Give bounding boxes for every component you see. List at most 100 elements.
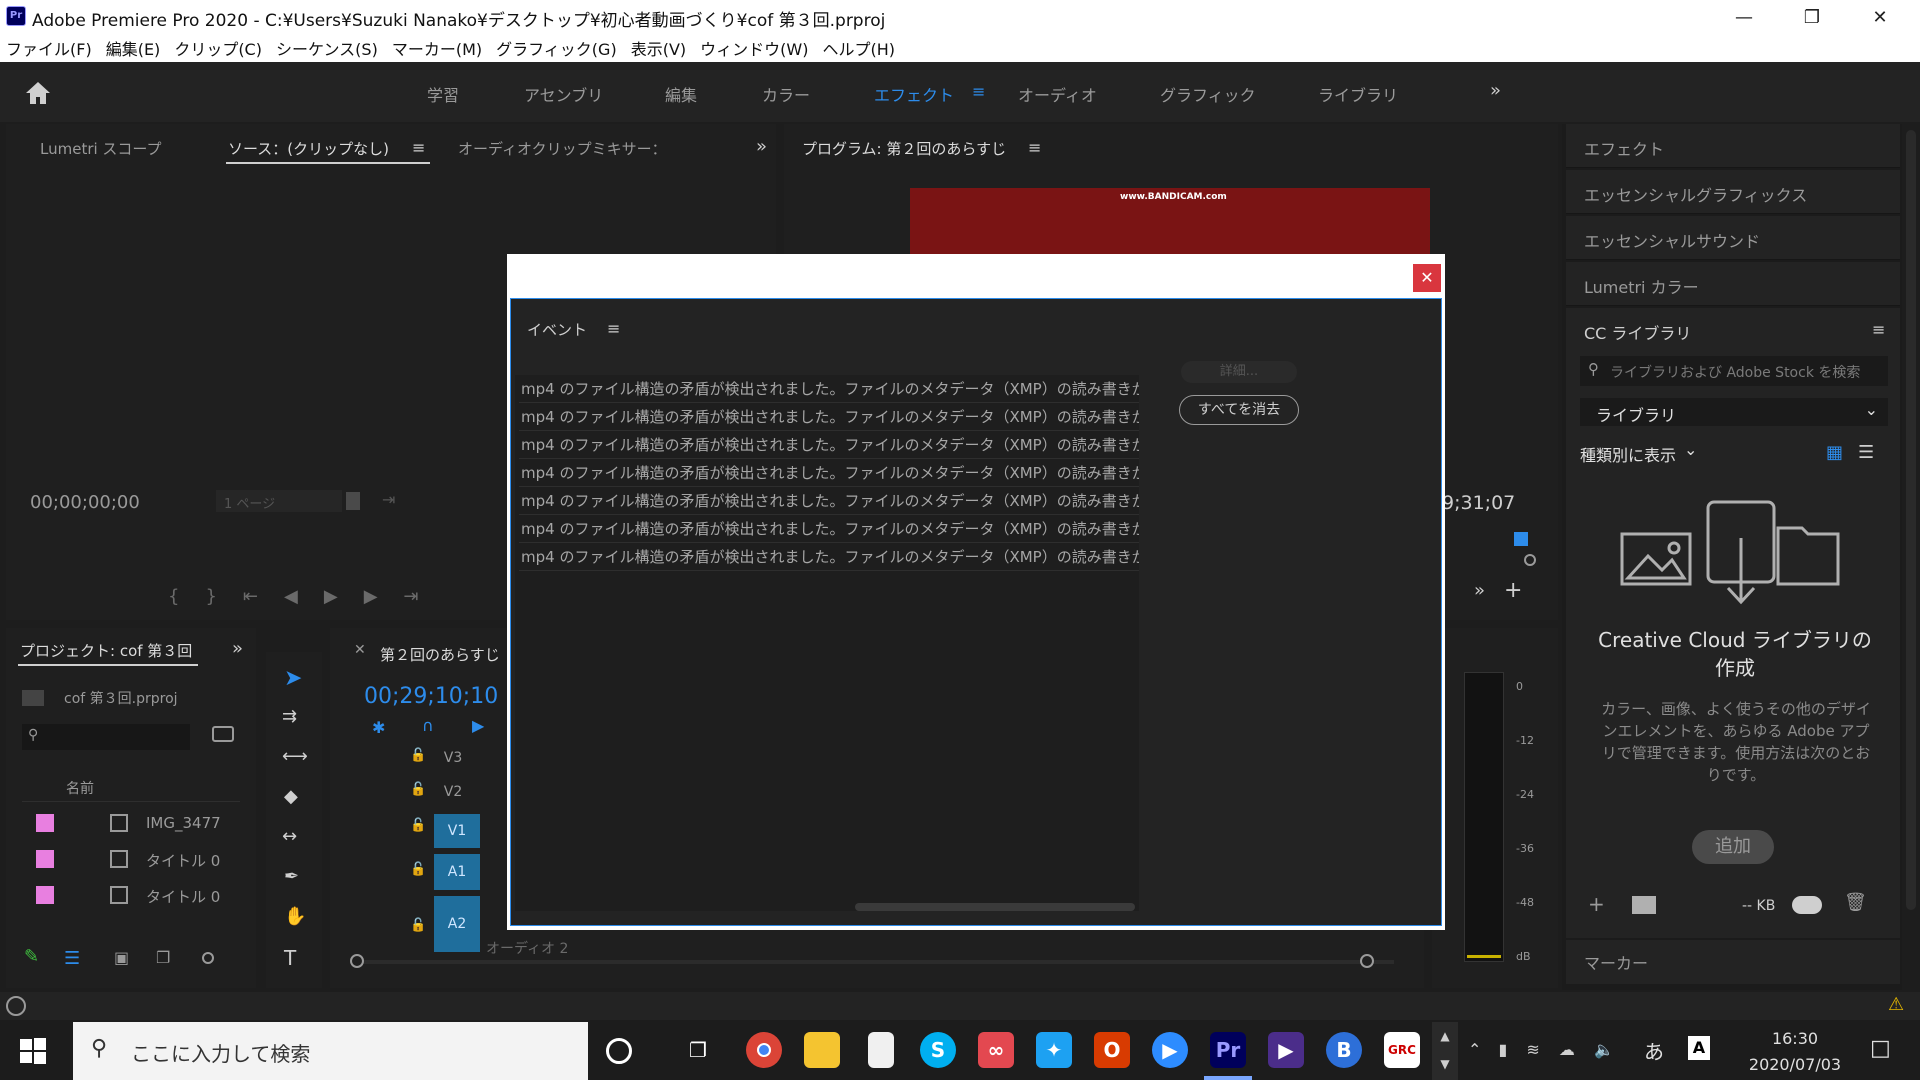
notifications-icon[interactable]: □ [1870, 1036, 1891, 1061]
onedrive-icon[interactable]: ☁ [1559, 1040, 1575, 1059]
export-frame-icon[interactable]: ⇥ [382, 490, 395, 509]
folder-icon[interactable] [1632, 896, 1656, 914]
snap-icon[interactable]: ✱ [372, 718, 385, 737]
events-menu-icon[interactable]: ≡ [607, 319, 620, 338]
tab-assembly[interactable]: アセンブリ [524, 82, 603, 106]
more-panels-icon[interactable]: » [232, 638, 243, 659]
office-icon[interactable]: O [1094, 1032, 1130, 1068]
list-item[interactable]: タイトル 0 [22, 876, 222, 912]
menu-edit[interactable]: 編集(E) [106, 36, 161, 60]
event-row[interactable]: mp4 のファイル構造の矛盾が検出されました。ファイルのメタデータ（XMP）の読… [519, 459, 1139, 487]
close-dialog-button[interactable]: ✕ [1413, 264, 1441, 292]
cortana-icon[interactable] [606, 1038, 632, 1064]
tab-audio-clip-mixer[interactable]: オーディオクリップミキサー： [458, 138, 667, 159]
lock-icon[interactable]: 🔓 [410, 818, 426, 833]
mark-out-icon[interactable]: } [205, 586, 242, 607]
playhead-marker[interactable] [1514, 532, 1528, 546]
track-v2[interactable]: V2 [434, 780, 472, 804]
mark-in-icon[interactable]: { [168, 586, 205, 607]
menu-marker[interactable]: マーカー(M) [392, 36, 482, 60]
menu-help[interactable]: ヘルプ(H) [822, 36, 895, 60]
library-search-input[interactable]: ライブラリおよび Adobe Stock を検索 [1580, 356, 1888, 386]
pen-tool-icon[interactable]: ✒ [284, 866, 299, 887]
event-row[interactable]: mp4 のファイル構造の矛盾が検出されました。ファイルのメタデータ（XMP）の読… [519, 403, 1139, 431]
selection-tool-icon[interactable]: ➤ [284, 666, 302, 691]
track-a2[interactable]: A2 [434, 896, 480, 952]
event-row[interactable]: mp4 のファイル構造の矛盾が検出されました。ファイルのメタデータ（XMP）の読… [519, 431, 1139, 459]
tab-program[interactable]: プログラム: 第２回のあらすじ [802, 138, 1006, 159]
view-by-type[interactable]: 種類別に表示 [1580, 442, 1676, 466]
app2-icon[interactable]: GRC [1384, 1032, 1420, 1068]
source-timecode[interactable]: 00;00;00;00 [30, 492, 140, 513]
tab-effects[interactable]: エフェクト [874, 82, 954, 106]
tab-libraries[interactable]: ライブラリ [1318, 82, 1398, 106]
skype-icon[interactable]: S [920, 1032, 956, 1068]
menu-view[interactable]: 表示(V) [631, 36, 686, 60]
clock[interactable]: 16:30 2020/07/03 [1730, 1026, 1860, 1078]
more-panels-icon[interactable]: » [756, 136, 767, 157]
settings-icon[interactable] [346, 492, 360, 510]
go-to-in-icon[interactable]: ⇤ [243, 586, 284, 607]
timeline-scrollbar[interactable] [350, 954, 1394, 968]
ripple-edit-tool-icon[interactable]: ⟷ [282, 746, 308, 767]
tab-editing[interactable]: 編集 [665, 82, 697, 106]
lock-icon[interactable]: 🔓 [410, 862, 426, 877]
workspace-menu-icon[interactable]: ≡ [972, 82, 985, 101]
project-search-input[interactable]: ⚲ [22, 724, 190, 750]
home-icon[interactable] [24, 80, 52, 106]
event-row[interactable]: mp4 のファイル構造の矛盾が検出されました。ファイルのメタデータ（XMP）の読… [519, 543, 1139, 571]
zoom-handle[interactable] [1524, 554, 1536, 566]
input-mode-icon[interactable]: A [1688, 1036, 1710, 1060]
trash-icon[interactable]: 🗑 [1844, 892, 1867, 913]
volume-icon[interactable]: 🔈 [1594, 1040, 1614, 1059]
menu-sequence[interactable]: シーケンス(S) [276, 36, 378, 60]
list-view-icon[interactable]: ☰ [64, 948, 80, 969]
write-pencil-icon[interactable]: ✎ [24, 946, 39, 967]
media-encoder-icon[interactable]: ▶ [1268, 1032, 1304, 1068]
zoom-icon[interactable]: ▶ [1152, 1032, 1188, 1068]
file-explorer-icon[interactable] [804, 1032, 840, 1068]
chevron-up-icon[interactable]: ⌃ [1468, 1040, 1481, 1059]
notepad-icon[interactable] [868, 1032, 894, 1068]
menu-window[interactable]: ウィンドウ(W) [700, 36, 808, 60]
creative-cloud-icon[interactable]: ∞ [978, 1032, 1014, 1068]
step-back-icon[interactable]: ◀ [284, 586, 324, 607]
list-item[interactable]: IMG_3477 [22, 804, 222, 840]
lock-icon[interactable]: 🔓 [410, 782, 426, 797]
taskbar-scroll[interactable]: ▲ ▼ [1432, 1022, 1458, 1080]
page-select[interactable]: 1 ページ [216, 490, 342, 512]
add-marker-icon[interactable]: ▶ [472, 716, 484, 735]
event-row[interactable]: mp4 のファイル構造の矛盾が検出されました。ファイルのメタデータ（XMP）の読… [519, 515, 1139, 543]
battery-icon[interactable]: ▮ [1499, 1040, 1508, 1059]
go-to-out-icon[interactable]: ⇥ [404, 586, 445, 607]
add-content-icon[interactable]: + [1588, 892, 1605, 916]
track-v1[interactable]: V1 [434, 814, 480, 848]
event-row[interactable]: mp4 のファイル構造の矛盾が検出されました。ファイルのメタデータ（XMP）の読… [519, 487, 1139, 515]
freeform-view-icon[interactable]: ❐ [156, 948, 170, 967]
tab-color[interactable]: カラー [762, 82, 810, 106]
menu-clip[interactable]: クリップ(C) [174, 36, 262, 60]
track-select-tool-icon[interactable]: ⇉ [282, 706, 297, 727]
panel-effects[interactable]: エフェクト [1566, 124, 1900, 168]
icon-view-icon[interactable]: ▣ [114, 948, 129, 967]
source-panel-menu-icon[interactable]: ≡ [412, 138, 425, 157]
tab-learning[interactable]: 学習 [427, 82, 459, 106]
app-icon[interactable]: B [1326, 1032, 1362, 1068]
program-timecode[interactable]: 9;31;07 [1442, 492, 1515, 514]
program-panel-menu-icon[interactable]: ≡ [1028, 138, 1041, 157]
event-row[interactable]: mp4 のファイル構造の矛盾が検出されました。ファイルのメタデータ（XMP）の読… [519, 375, 1139, 403]
scroll-handle-left[interactable] [350, 954, 364, 968]
ime-indicator[interactable]: あ [1644, 1036, 1664, 1065]
add-button[interactable]: 追加 [1692, 830, 1774, 864]
panel-essential-graphics[interactable]: エッセンシャルグラフィックス [1566, 170, 1900, 214]
razor-tool-icon[interactable]: ◆ [284, 786, 298, 807]
panel-markers[interactable]: マーカー [1566, 940, 1900, 984]
play-icon[interactable]: ▶ [324, 586, 364, 607]
slip-tool-icon[interactable]: ↔ [282, 826, 297, 847]
step-forward-icon[interactable]: ▶ [364, 586, 404, 607]
hand-tool-icon[interactable]: ✋ [284, 906, 306, 927]
add-button-icon[interactable]: + [1504, 578, 1522, 603]
tab-audio[interactable]: オーディオ [1018, 82, 1097, 106]
cc-panel-menu-icon[interactable]: ≡ [1872, 320, 1885, 339]
timeline-timecode[interactable]: 00;29;10;10 [364, 684, 498, 709]
